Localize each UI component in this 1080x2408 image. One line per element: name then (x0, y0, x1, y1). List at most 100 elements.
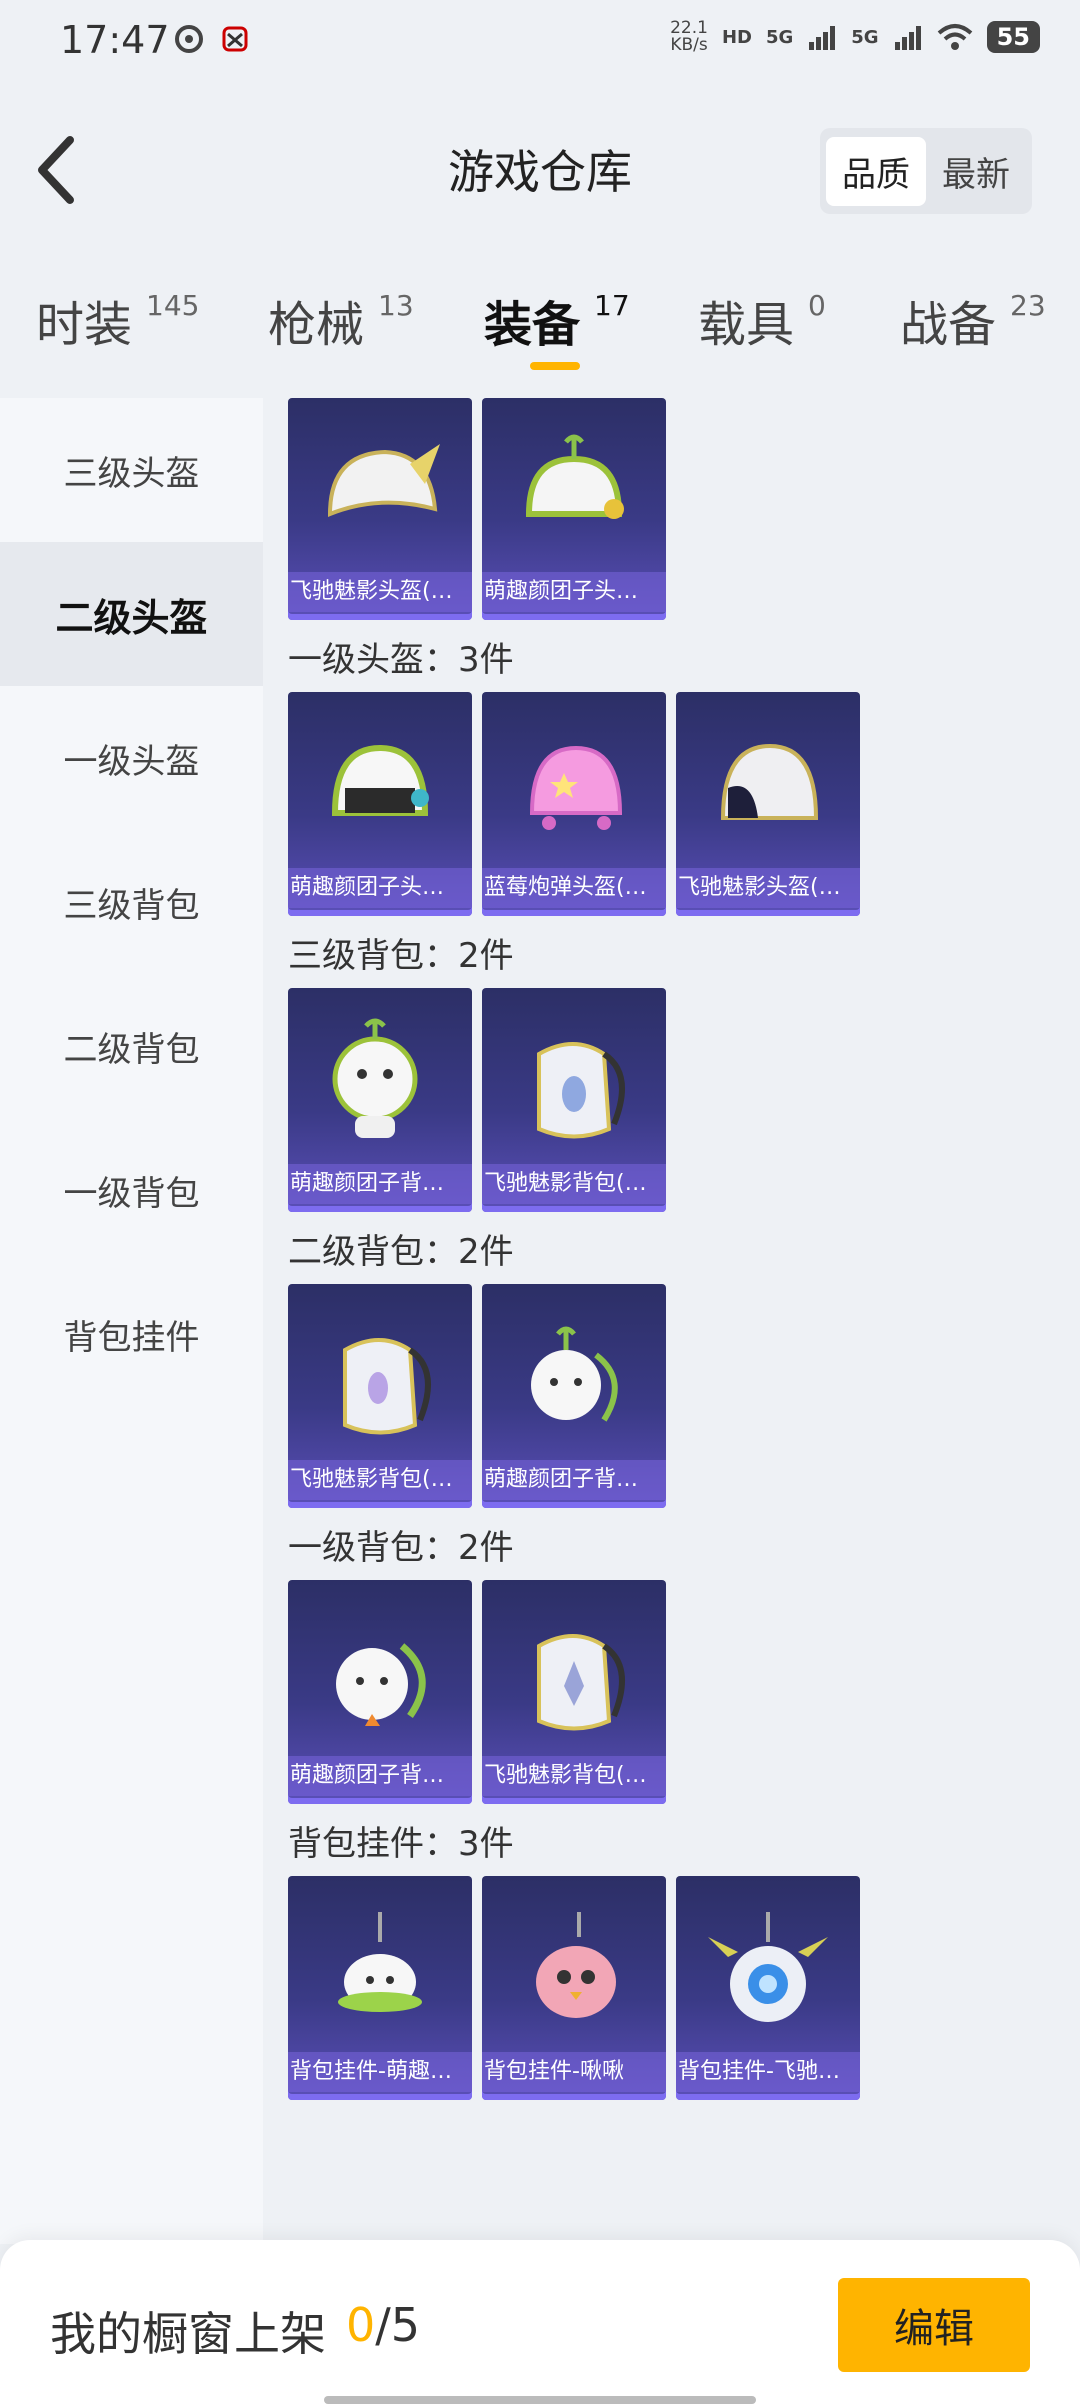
tab-fashion[interactable]: 时装 145 (36, 285, 199, 355)
section-title: 一级背包：2件 (288, 1527, 514, 1568)
signal-1-icon (809, 26, 836, 50)
section-title: 一级头盔：3件 (288, 639, 514, 680)
charm-icon (536, 1912, 616, 2018)
item-card[interactable]: 飞驰魅影背包(… (482, 1580, 666, 1804)
tab-firearms[interactable]: 枪械 13 (268, 285, 414, 355)
charm-icon (708, 1912, 828, 2022)
item-card[interactable]: 背包挂件-啾啾 (482, 1876, 666, 2100)
status-indicators: 22.1 KB/s HD 5G 5G 55 (670, 20, 1040, 54)
backpack-icon (332, 1018, 418, 1138)
section-title: 三级背包：2件 (288, 935, 514, 976)
tab-count: 13 (378, 289, 414, 322)
sync-icon (175, 25, 203, 53)
item-name: 萌趣颜团子背… (288, 1164, 472, 1204)
shelf-separator: / (375, 2298, 391, 2352)
backpack-icon (537, 1042, 625, 1139)
item-name: 飞驰魅影头盔(… (288, 572, 472, 612)
active-tab-indicator (530, 362, 580, 370)
item-card[interactable]: 飞驰魅影背包(… (288, 1284, 472, 1508)
item-name: 飞驰魅影背包(… (288, 1460, 472, 1500)
status-bar: 17:47 22.1 KB/s HD 5G 5G 55 (0, 0, 1080, 84)
item-name: 背包挂件-萌趣… (288, 2052, 472, 2092)
signal-1-label: 5G (765, 26, 794, 48)
item-card[interactable]: 背包挂件-萌趣… (288, 1876, 472, 2100)
tab-label: 装备 (484, 297, 581, 353)
wifi-icon (937, 24, 972, 50)
backpack-icon (531, 1326, 618, 1422)
item-name: 萌趣颜团子背… (288, 1756, 472, 1796)
backpack-icon (537, 1634, 625, 1731)
item-name: 飞驰魅影头盔(… (676, 868, 860, 908)
home-indicator[interactable] (324, 2396, 756, 2404)
sidebar-item-helmet-lv1[interactable]: 一级头盔 (0, 686, 263, 830)
tab-count: 145 (146, 289, 200, 322)
backpack-icon (343, 1338, 431, 1435)
tab-vehicles[interactable]: 载具 0 (698, 285, 826, 355)
sidebar: 三级头盔 二级头盔 一级头盔 三级背包 二级背包 一级背包 背包挂件 (0, 398, 263, 2244)
item-row: 萌趣颜团子背… 飞驰魅影背包(… (288, 988, 1080, 1212)
item-name: 飞驰魅影背包(… (482, 1164, 666, 1204)
item-name: 背包挂件-啾啾 (482, 2052, 666, 2092)
tab-supplies[interactable]: 战备 23 (900, 285, 1046, 355)
tab-label: 载具 (698, 297, 795, 353)
sort-newest-button[interactable]: 最新 (926, 137, 1026, 206)
item-row: 萌趣颜团子头… 蓝莓炮弹头盔(… 飞驰魅影头盔(… (288, 692, 1080, 916)
tab-count: 0 (808, 289, 826, 322)
sidebar-item-helmet-lv3[interactable]: 三级头盔 (0, 398, 263, 542)
sort-toggle: 品质 最新 (820, 128, 1032, 214)
tab-count: 17 (594, 289, 630, 322)
edit-button[interactable]: 编辑 (838, 2278, 1030, 2372)
shelf-current-count: 0 (346, 2298, 376, 2352)
helmet-icon (720, 743, 819, 820)
tab-label: 战备 (900, 297, 997, 353)
item-card[interactable]: 萌趣颜团子头… (482, 398, 666, 620)
item-card[interactable]: 蓝莓炮弹头盔(… (482, 692, 666, 916)
item-name: 萌趣颜团子头… (288, 868, 472, 908)
charm-icon (338, 1912, 422, 2012)
item-name: 飞驰魅影背包(… (482, 1756, 666, 1796)
sort-quality-button[interactable]: 品质 (826, 136, 926, 206)
speed-unit: KB/s (670, 35, 708, 55)
item-card[interactable]: 飞驰魅影头盔(… (288, 398, 472, 620)
item-row: 飞驰魅影背包(… 萌趣颜团子背… (288, 1284, 1080, 1508)
item-card[interactable]: 萌趣颜团子背… (482, 1284, 666, 1508)
sidebar-item-backpack-lv3[interactable]: 三级背包 (0, 830, 263, 974)
section-title: 二级背包：2件 (288, 1231, 514, 1272)
hd-badge: HD (721, 26, 752, 48)
shelf-label: 我的橱窗上架 (50, 2307, 326, 2361)
tab-count: 23 (1010, 289, 1046, 322)
app-notification-icon (222, 26, 248, 52)
item-list: 飞驰魅影头盔(… 萌趣颜团子头… 一级头盔：3件 萌趣颜团子头… 蓝莓炮弹头盔(… (288, 398, 1080, 2244)
item-card[interactable]: 萌趣颜团子背… (288, 1580, 472, 1804)
item-row: 飞驰魅影头盔(… 萌趣颜团子头… (288, 398, 1080, 620)
signal-2-label: 5G (851, 26, 879, 48)
item-name: 萌趣颜团子头… (482, 572, 666, 612)
sidebar-item-backpack-lv1[interactable]: 一级背包 (0, 1118, 263, 1262)
shelf-total-count: 5 (390, 2298, 421, 2352)
item-name: 萌趣颜团子背… (482, 1460, 666, 1500)
bottom-bar: 我的橱窗上架 0 / 5 编辑 (0, 2240, 1080, 2408)
section-title: 背包挂件：3件 (288, 1823, 514, 1864)
item-row: 萌趣颜团子背… 飞驰魅影背包(… (288, 1580, 1080, 1804)
item-card[interactable]: 飞驰魅影背包(… (482, 988, 666, 1212)
item-card[interactable]: 背包挂件-飞驰… (676, 1876, 860, 2100)
helmet-icon (331, 744, 429, 816)
item-card[interactable]: 萌趣颜团子头… (288, 692, 472, 916)
item-name: 背包挂件-飞驰… (676, 2052, 860, 2092)
sidebar-item-helmet-lv2[interactable]: 二级头盔 (0, 542, 263, 686)
header: 游戏仓库 品质 最新 (0, 110, 1080, 230)
status-time: 17:47 (60, 18, 170, 62)
tab-label: 枪械 (268, 297, 365, 353)
helmet-icon (525, 434, 624, 519)
shelf-status: 我的橱窗上架 0 / 5 (50, 2298, 420, 2364)
item-card[interactable]: 飞驰魅影头盔(… (676, 692, 860, 916)
tab-equipment[interactable]: 装备 17 (484, 285, 630, 355)
network-speed: 22.1 KB/s (670, 20, 708, 54)
signal-2-icon (894, 26, 921, 50)
helmet-icon (327, 444, 440, 517)
item-name: 蓝莓炮弹头盔(… (482, 868, 666, 908)
tab-label: 时装 (36, 297, 133, 353)
sidebar-item-backpack-charm[interactable]: 背包挂件 (0, 1262, 263, 1406)
sidebar-item-backpack-lv2[interactable]: 二级背包 (0, 974, 263, 1118)
item-card[interactable]: 萌趣颜团子背… (288, 988, 472, 1212)
